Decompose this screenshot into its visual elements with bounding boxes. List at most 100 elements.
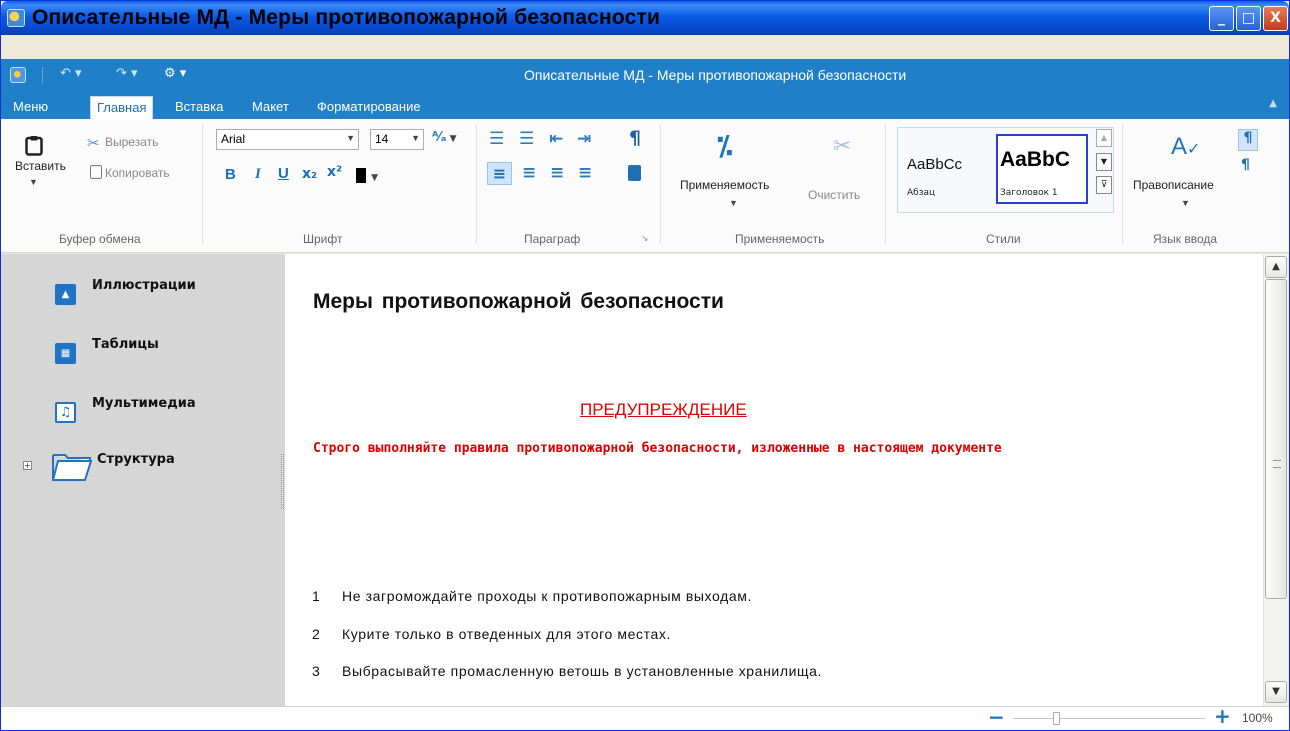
pane-splitter[interactable] <box>281 454 284 509</box>
dialog-launcher-icon[interactable]: ↘ <box>641 234 649 244</box>
ribbon-tabs: Меню Главная Вставка Макет Форматировани… <box>1 93 1289 119</box>
spelling-icon: A✓ <box>1171 133 1201 160</box>
italic-button[interactable]: I <box>255 166 261 183</box>
copy-icon <box>90 165 102 179</box>
nav-illustrations[interactable]: ▲ Иллюстрации <box>55 278 196 305</box>
superscript-button[interactable]: x² <box>327 164 342 180</box>
cut-button[interactable]: Вырезать <box>105 135 158 149</box>
status-bar: − + 100% <box>1 704 1289 730</box>
image-icon: ▲ <box>55 284 76 305</box>
document-canvas[interactable]: Меры противопожарной безопасности ПРЕДУП… <box>285 254 1263 706</box>
scrollbar-thumb[interactable] <box>1265 279 1287 599</box>
maximize-button[interactable]: □ <box>1236 6 1261 31</box>
style-heading1[interactable]: AaBbC Заголовок 1 <box>996 134 1088 204</box>
scroll-up-button[interactable]: ▲ <box>1265 256 1287 278</box>
minimize-button[interactable]: _ <box>1209 6 1234 31</box>
tab-menu[interactable]: Меню <box>13 99 48 114</box>
paste-button[interactable]: Вставить ▼ <box>15 129 66 209</box>
clipboard-icon <box>25 136 43 156</box>
close-button[interactable]: X <box>1263 6 1288 31</box>
decrease-indent-icon[interactable]: ⇤ <box>549 129 563 149</box>
underline-button[interactable]: U <box>278 165 289 182</box>
font-size-value: 14 <box>375 132 389 146</box>
app-menu-icon[interactable] <box>10 67 26 83</box>
bold-button[interactable]: B <box>225 166 236 183</box>
tab-layout[interactable]: Макет <box>252 99 289 114</box>
paragraph-group-label: Параграф <box>524 232 581 246</box>
align-left-icon[interactable]: ≡ <box>487 162 512 185</box>
font-family-value: Arial <box>221 132 246 146</box>
align-center-icon[interactable]: ≡ <box>522 163 536 183</box>
title-bar[interactable]: Описательные МД - Меры противопожарной б… <box>1 1 1289 35</box>
zoom-slider-thumb[interactable] <box>1053 712 1060 725</box>
app-logo-icon[interactable] <box>7 9 25 27</box>
ribbon: Вставить ▼ ✂ Вырезать Копировать Буфер о… <box>1 119 1289 253</box>
zoom-slider-track[interactable] <box>1013 718 1205 719</box>
styles-gallery: AaBbCc Абзац AaBbC Заголовок 1 ▲ ▼ ⊽ <box>897 127 1114 213</box>
zoom-in-button[interactable]: + <box>1214 704 1231 728</box>
warning-text: Строго выполняйте правила противопожарно… <box>313 441 1002 456</box>
expand-structure-button[interactable]: + <box>23 461 32 470</box>
customize-qat-button[interactable]: ⚙ ▾ <box>164 66 186 81</box>
ltr-direction-icon[interactable]: ¶ <box>1238 129 1258 151</box>
zoom-out-button[interactable]: − <box>988 705 1005 729</box>
font-size-select[interactable]: 14 ▼ <box>370 129 424 150</box>
style-paragraph-name: Абзац <box>907 188 936 198</box>
undo-button[interactable]: ↶ ▾ <box>60 66 82 81</box>
list-item-number: 3 <box>312 663 321 679</box>
clipboard-group-label: Буфер обмена <box>59 232 141 246</box>
increase-indent-icon[interactable]: ⇥ <box>577 129 591 149</box>
style-heading1-sample: AaBbC <box>1000 148 1071 171</box>
subscript-button[interactable]: x₂ <box>302 166 317 182</box>
copy-button[interactable]: Копировать <box>105 166 170 180</box>
font-family-select[interactable]: Arial ▼ <box>216 129 359 150</box>
chevron-down-icon: ▼ <box>346 133 355 143</box>
applicability-group-label: Применяемость <box>735 232 825 246</box>
gallery-scroll-down-button[interactable]: ▼ <box>1096 153 1112 171</box>
vertical-scrollbar[interactable]: ▲ ▼ <box>1263 254 1288 706</box>
folder-icon <box>52 454 93 481</box>
navigation-pane: ▲ Иллюстрации ▦ Таблицы ♫ Мультимедиа + … <box>1 254 285 706</box>
spelling-button[interactable]: A✓ Правописание ▼ <box>1129 125 1235 215</box>
gallery-scroll-up-button[interactable]: ▲ <box>1096 129 1112 147</box>
change-case-icon[interactable]: ᴬ⁄ₐ ▼ <box>432 130 457 145</box>
list-item-number: 1 <box>312 588 321 604</box>
nav-tables[interactable]: ▦ Таблицы <box>55 337 159 364</box>
collapse-ribbon-icon[interactable]: ▲ <box>1269 98 1277 109</box>
font-color-button[interactable]: ▼ <box>356 165 378 184</box>
tab-insert[interactable]: Вставка <box>175 99 223 114</box>
ribbon-separator <box>1122 124 1123 244</box>
clear-applicability-button[interactable]: ✂ Очистить <box>804 125 879 205</box>
title-bar-spacer <box>1 35 1289 59</box>
applicability-button[interactable]: ⁒ Применяемость ▼ <box>676 125 791 215</box>
numbered-list-icon[interactable]: ☰ <box>489 129 504 149</box>
gallery-more-button[interactable]: ⊽ <box>1096 176 1112 194</box>
style-paragraph-sample: AaBbCc <box>907 156 963 173</box>
nav-structure[interactable]: Структура <box>51 450 175 482</box>
spelling-label: Правописание <box>1133 178 1214 192</box>
document-heading: Меры противопожарной безопасности <box>313 290 724 313</box>
justify-icon[interactable]: ≡ <box>578 163 592 183</box>
tab-formatting[interactable]: Форматирование <box>317 99 421 114</box>
ribbon-separator <box>476 124 477 244</box>
font-color-swatch <box>356 168 366 183</box>
list-item-text: Выбрасывайте промасленную ветошь в устан… <box>342 663 823 679</box>
pilcrow-icon[interactable]: ¶ <box>629 127 641 149</box>
nav-illustrations-label: Иллюстрации <box>92 278 196 293</box>
rtl-direction-icon[interactable]: ¶ <box>1241 157 1250 173</box>
font-group-label: Шрифт <box>303 232 343 246</box>
scroll-down-button[interactable]: ▼ <box>1265 681 1287 703</box>
language-group-label: Язык ввода <box>1153 232 1218 246</box>
list-item: 2 Курите только в отведенных для этого ме… <box>312 626 671 642</box>
paste-dropdown-arrow-icon[interactable]: ▼ <box>29 177 38 187</box>
list-item: 1 Не загромождайте проходы к противопожар… <box>312 588 752 604</box>
zoom-level: 100% <box>1242 711 1273 725</box>
ribbon-separator <box>885 124 886 244</box>
paragraph-settings-icon[interactable] <box>628 165 641 181</box>
align-right-icon[interactable]: ≡ <box>550 163 564 183</box>
bullet-list-icon[interactable]: ☰ <box>519 129 534 149</box>
redo-button[interactable]: ↷ ▾ <box>116 66 138 81</box>
tab-home[interactable]: Главная <box>90 96 154 119</box>
nav-multimedia[interactable]: ♫ Мультимедиа <box>55 396 196 423</box>
style-paragraph[interactable]: AaBbCc Абзац <box>901 132 991 206</box>
